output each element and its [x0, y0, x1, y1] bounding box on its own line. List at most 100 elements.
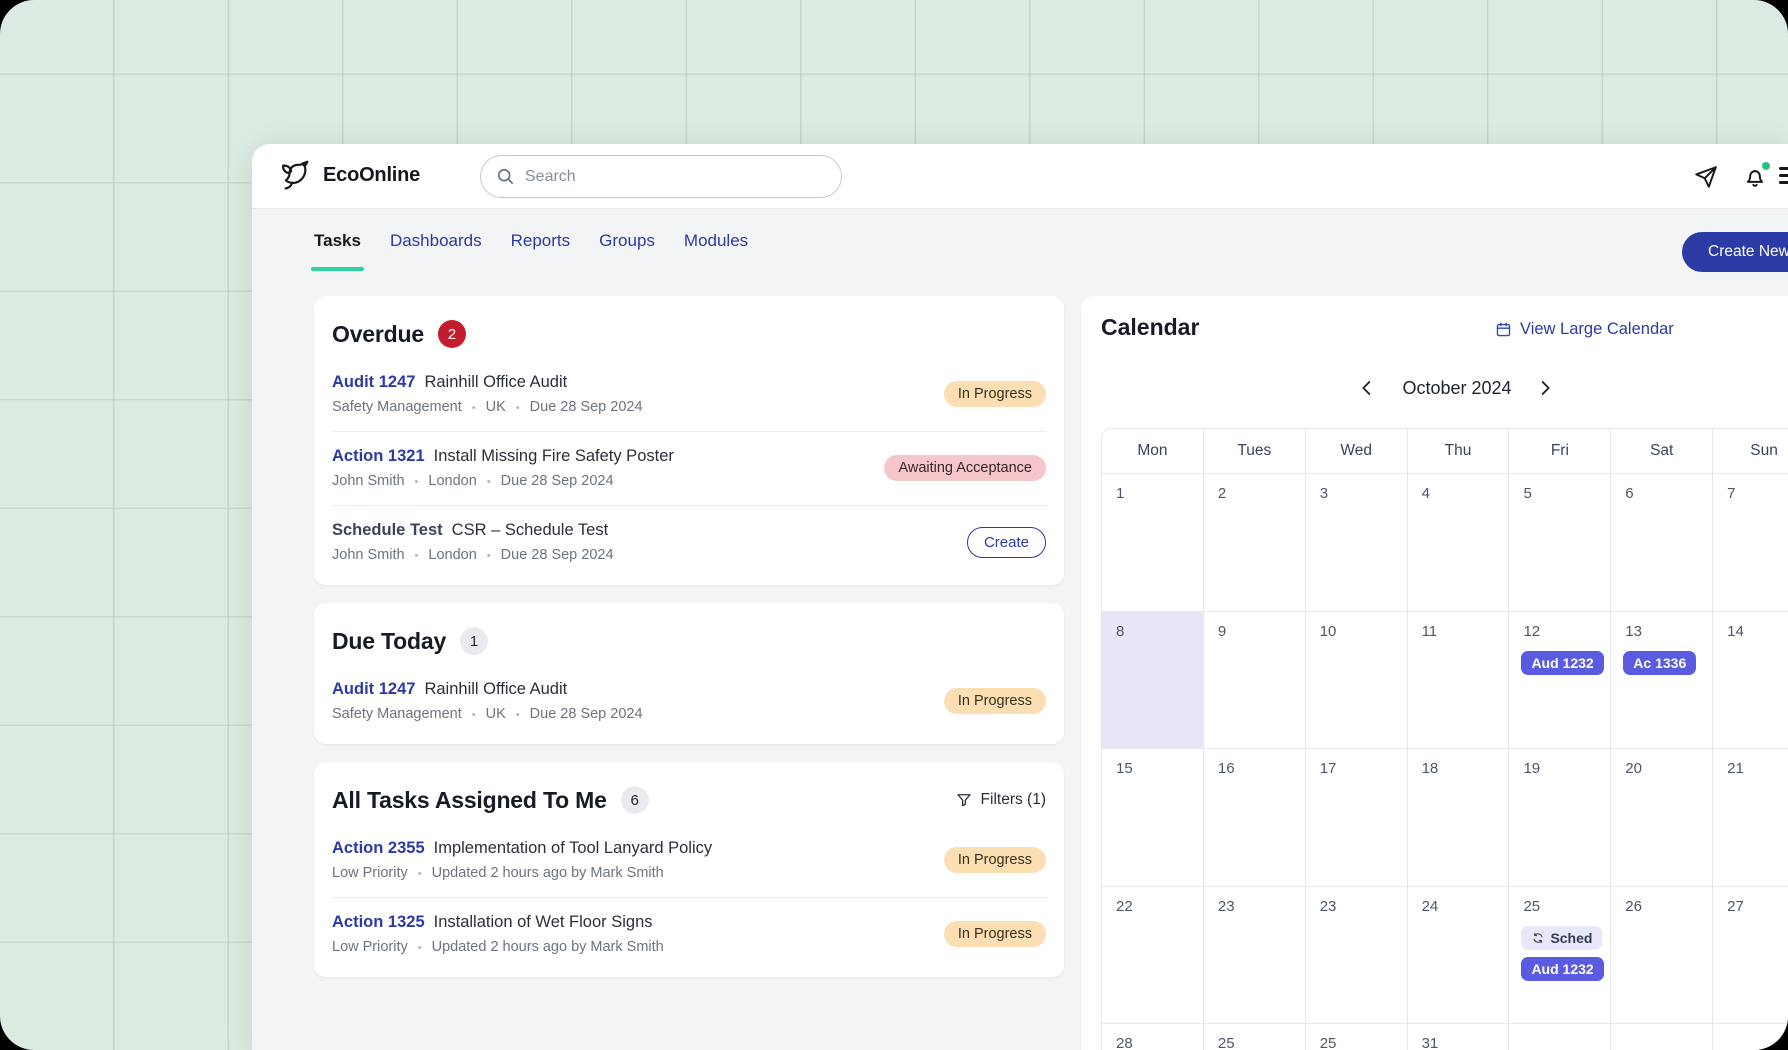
- day-cell[interactable]: 7: [1713, 473, 1788, 611]
- task-meta: John SmithLondonDue 28 Sep 2024: [332, 547, 967, 563]
- day-number: 24: [1422, 898, 1439, 915]
- day-cell[interactable]: 5: [1509, 473, 1611, 611]
- overflow-menu-icon[interactable]: [1779, 163, 1788, 191]
- day-cell[interactable]: 17: [1306, 748, 1408, 886]
- day-cell[interactable]: 31: [1408, 1023, 1510, 1050]
- section-header: Overdue2: [332, 320, 1046, 358]
- day-cell[interactable]: 15: [1102, 748, 1204, 886]
- day-number: 23: [1218, 898, 1235, 915]
- task-title: Implementation of Tool Lanyard Policy: [434, 839, 713, 858]
- notifications-button[interactable]: [1742, 163, 1770, 191]
- day-number: 25: [1320, 1035, 1337, 1050]
- status-badge: In Progress: [944, 847, 1046, 873]
- day-cell[interactable]: 25SchedAud 1232: [1509, 886, 1611, 1024]
- page-background: EcoOnline: [0, 0, 1788, 1050]
- task-meta-item: UK: [462, 706, 506, 722]
- task-meta-item: Low Priority: [332, 939, 408, 955]
- day-number: 11: [1422, 623, 1438, 640]
- create-task-button[interactable]: Create: [967, 527, 1046, 558]
- calendar-event-badge[interactable]: Ac 1336: [1623, 651, 1696, 675]
- calendar-week-row: 8 910 11 12Aud 123213Ac 133614: [1102, 611, 1788, 749]
- day-events: Sched Aud 1232: [1521, 926, 1610, 981]
- day-cell[interactable]: 26: [1611, 886, 1713, 1024]
- task-row: Schedule TestCSR – Schedule TestJohn Smi…: [332, 505, 1046, 579]
- view-large-calendar-link[interactable]: View Large Calendar: [1495, 320, 1674, 339]
- day-cell[interactable]: [1713, 1023, 1788, 1050]
- day-cell[interactable]: 19: [1509, 748, 1611, 886]
- task-ref-link[interactable]: Schedule Test: [332, 521, 443, 540]
- task-ref-link[interactable]: Action 1321: [332, 447, 425, 466]
- task-meta-item: Safety Management: [332, 706, 462, 722]
- day-cell[interactable]: 20: [1611, 748, 1713, 886]
- day-number: 22: [1116, 898, 1133, 915]
- filters-button[interactable]: Filters (1): [955, 791, 1046, 809]
- task-info: Action 1325 Installation of Wet Floor Sig…: [332, 913, 944, 955]
- day-cell[interactable]: 3: [1306, 473, 1408, 611]
- day-cell[interactable]: 23: [1306, 886, 1408, 1024]
- day-number: 27: [1727, 898, 1744, 915]
- task-ref-link[interactable]: Audit 1247: [332, 680, 415, 699]
- filters-label: Filters (1): [981, 791, 1046, 809]
- day-cell[interactable]: 2: [1204, 473, 1306, 611]
- day-cell[interactable]: 25: [1306, 1023, 1408, 1050]
- day-cell[interactable]: 23: [1204, 886, 1306, 1024]
- next-month-button[interactable]: [1534, 376, 1558, 400]
- day-cell[interactable]: 21: [1713, 748, 1788, 886]
- brand-name: EcoOnline: [323, 164, 420, 187]
- day-cell[interactable]: 11: [1408, 611, 1510, 749]
- day-cell[interactable]: 14: [1713, 611, 1788, 749]
- day-number: 31: [1422, 1035, 1439, 1050]
- task-info: Audit 1247Rainhill Office AuditSafety Ma…: [332, 680, 944, 722]
- calendar-event-badge[interactable]: Aud 1232: [1521, 651, 1603, 675]
- day-cell[interactable]: 18: [1408, 748, 1510, 886]
- day-cell[interactable]: [1509, 1023, 1611, 1050]
- search-input[interactable]: [525, 168, 827, 186]
- event-label: Sched: [1550, 930, 1592, 946]
- day-cell[interactable]: 10: [1306, 611, 1408, 749]
- tab-groups[interactable]: Groups: [599, 209, 655, 273]
- day-cell[interactable]: 28: [1102, 1023, 1204, 1050]
- day-number: 2: [1218, 485, 1226, 502]
- task-ref-link[interactable]: Action 2355: [332, 839, 425, 858]
- calendar-week-row: 28252531: [1102, 1023, 1788, 1050]
- day-number: 16: [1218, 760, 1235, 777]
- day-cell[interactable]: 25: [1204, 1023, 1306, 1050]
- day-cell[interactable]: 27: [1713, 886, 1788, 1024]
- tab-modules[interactable]: Modules: [684, 209, 748, 273]
- day-cell[interactable]: 12Aud 1232: [1509, 611, 1611, 749]
- day-cell[interactable]: 8: [1102, 611, 1204, 749]
- day-cell[interactable]: 4: [1408, 473, 1510, 611]
- task-ref-link[interactable]: Action 1325: [332, 913, 425, 932]
- month-navigation: October 2024: [1311, 376, 1603, 400]
- day-cell[interactable]: 22: [1102, 886, 1204, 1024]
- day-cell[interactable]: 1: [1102, 473, 1204, 611]
- task-title: Installation of Wet Floor Signs: [434, 913, 653, 932]
- day-cell[interactable]: [1611, 1023, 1713, 1050]
- tab-reports[interactable]: Reports: [511, 209, 571, 273]
- send-button[interactable]: [1693, 163, 1721, 191]
- calendar-grid: MonTuesWedThuFriSatSun123456789101112Aud…: [1101, 428, 1788, 1050]
- tab-tasks[interactable]: Tasks: [314, 209, 361, 273]
- calendar-week-row: 1 2 34567: [1102, 473, 1788, 611]
- search-icon: [495, 166, 516, 187]
- day-cell[interactable]: 13Ac 1336: [1611, 611, 1713, 749]
- task-meta-item: London: [405, 473, 477, 489]
- task-meta-item: Safety Management: [332, 399, 462, 415]
- calendar-event-badge[interactable]: Aud 1232: [1521, 957, 1603, 981]
- previous-month-button[interactable]: [1356, 376, 1380, 400]
- calendar-event-badge[interactable]: Sched: [1521, 926, 1602, 950]
- create-new-button[interactable]: Create New: [1682, 232, 1788, 272]
- day-cell[interactable]: 16: [1204, 748, 1306, 886]
- tab-dashboards[interactable]: Dashboards: [390, 209, 482, 273]
- day-cell[interactable]: 6: [1611, 473, 1713, 611]
- month-label: October 2024: [1402, 378, 1511, 399]
- status-badge: Awaiting Acceptance: [884, 455, 1046, 481]
- day-number: 1: [1116, 485, 1124, 502]
- task-meta-item: Due 28 Sep 2024: [506, 706, 643, 722]
- task-meta-item: John Smith: [332, 473, 405, 489]
- day-cell[interactable]: 9: [1204, 611, 1306, 749]
- day-number: 8: [1116, 623, 1124, 640]
- day-number: 26: [1625, 898, 1642, 915]
- task-ref-link[interactable]: Audit 1247: [332, 373, 415, 392]
- day-cell[interactable]: 24: [1408, 886, 1510, 1024]
